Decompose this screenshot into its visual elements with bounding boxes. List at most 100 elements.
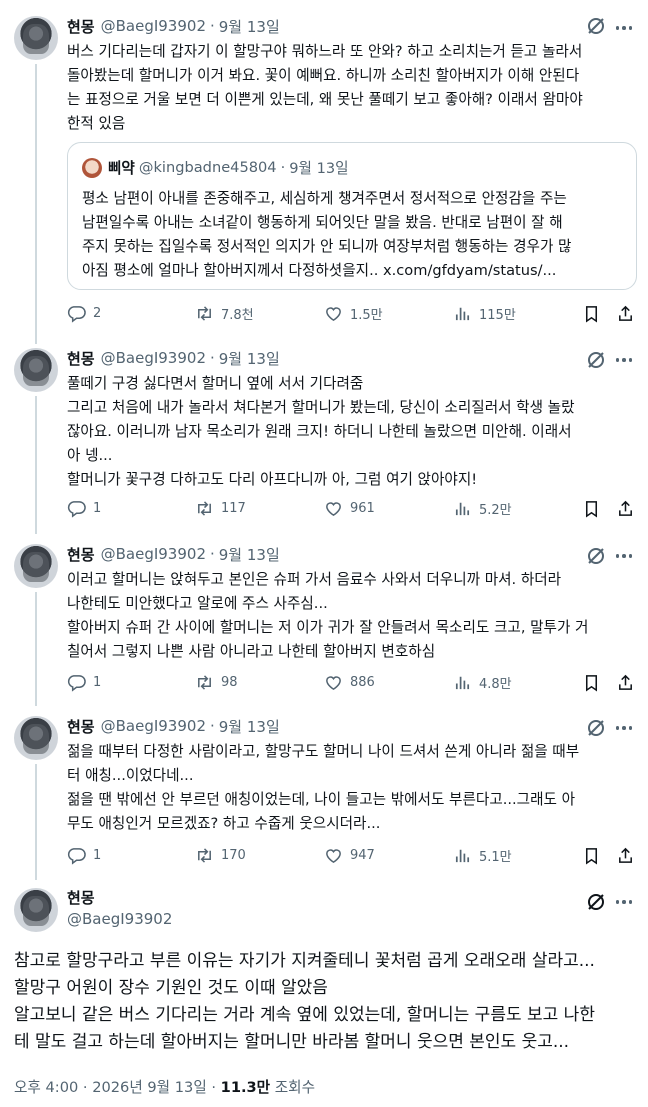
reply-button[interactable]: 1: [67, 672, 101, 692]
views-button[interactable]: 5.1만: [453, 845, 512, 865]
retweet-button[interactable]: 117: [195, 498, 246, 518]
retweet-icon: [198, 674, 211, 690]
like-button[interactable]: 961: [324, 498, 375, 518]
tweet[interactable]: 현몽 @BaegI93902 · 9월 13일 이러고 할머니는 앉혀두고 본인…: [0, 536, 648, 706]
reply-icon: [67, 305, 86, 323]
more-icon[interactable]: [614, 18, 634, 38]
more-icon[interactable]: [614, 718, 634, 738]
view-count: 11.3만: [220, 1079, 271, 1096]
heart-icon: [326, 675, 341, 690]
reply-icon: [67, 674, 86, 692]
reply-count: 1: [93, 847, 102, 863]
tweet[interactable]: 현몽 @BaegI93902 · 9월 13일 젊을 때부터 다정한 사람이라고…: [0, 708, 648, 878]
quote-author-handle: @kingbadne45804: [138, 159, 277, 176]
views-chart-icon: [455, 307, 470, 320]
views-chart-icon: [455, 849, 470, 862]
author-name[interactable]: 현몽: [67, 16, 95, 37]
grok-icon[interactable]: [586, 16, 606, 36]
retweet-count: 98: [221, 674, 238, 690]
share-button[interactable]: [616, 672, 635, 692]
tweet[interactable]: 현몽 @BaegI93902 · 9월 13일 버스 기다리는데 갑자기 이 할…: [0, 0, 648, 340]
tweet-time[interactable]: 오후 4:00: [14, 1079, 78, 1096]
like-count: 886: [350, 674, 375, 690]
avatar[interactable]: [14, 348, 58, 392]
tweet-timestamp-row: 오후 4:00 · 2026년 9월 13일 · 11.3만 조회수: [14, 1076, 315, 1097]
grok-icon[interactable]: [586, 892, 606, 912]
more-icon[interactable]: [614, 546, 634, 566]
quote-tweet[interactable]: 삐약 @kingbadne45804 · 9월 13일 평소 남편이 아내를 존…: [67, 142, 637, 290]
tweet-date[interactable]: 9월 13일: [219, 16, 280, 37]
retweet-count: 7.8천: [221, 307, 254, 323]
views-count: 5.2만: [479, 502, 512, 518]
bookmark-button[interactable]: [582, 672, 601, 692]
views-count: 115만: [479, 307, 516, 323]
separator-dot: ·: [209, 17, 215, 35]
tweet-header: 현몽 @BaegI93902 · 9월 13일: [67, 544, 280, 564]
tweet-header: 현몽 @BaegI93902 · 9월 13일: [67, 16, 280, 36]
views-chart-icon: [455, 676, 470, 689]
retweet-button[interactable]: 98: [195, 672, 238, 692]
tweet-actions: 2 7.8천 1.5만 115만: [67, 303, 642, 323]
grok-icon[interactable]: [586, 546, 606, 566]
like-count: 961: [350, 500, 375, 516]
separator-dot: ·: [209, 349, 215, 367]
more-icon[interactable]: [614, 892, 634, 912]
avatar[interactable]: [14, 16, 58, 60]
bookmark-icon: [585, 305, 598, 323]
like-count: 947: [350, 847, 375, 863]
like-button[interactable]: 1.5만: [324, 303, 383, 323]
separator-dot: ·: [209, 545, 215, 563]
author-name[interactable]: 현몽: [67, 888, 172, 908]
heart-icon: [326, 306, 341, 321]
retweet-count: 170: [221, 847, 246, 863]
bookmark-button[interactable]: [582, 845, 601, 865]
share-button[interactable]: [616, 303, 635, 323]
retweet-button[interactable]: 170: [195, 845, 246, 865]
like-button[interactable]: 947: [324, 845, 375, 865]
like-count: 1.5만: [350, 307, 383, 323]
tweet-date[interactable]: 9월 13일: [219, 544, 280, 565]
reply-count: 1: [93, 500, 102, 516]
grok-icon[interactable]: [586, 350, 606, 370]
tweet-text: 버스 기다리는데 갑자기 이 할망구야 뭐하느라 또 안와? 하고 소리치는거 …: [67, 43, 583, 132]
author-handle[interactable]: @BaegI93902: [67, 908, 172, 930]
avatar[interactable]: [14, 716, 58, 760]
retweet-button[interactable]: 7.8천: [195, 303, 254, 323]
tweet-full-date[interactable]: 2026년 9월 13일: [92, 1079, 207, 1096]
views-button[interactable]: 4.8만: [453, 672, 512, 692]
author-name[interactable]: 현몽: [67, 716, 95, 737]
grok-icon[interactable]: [586, 718, 606, 738]
bookmark-button[interactable]: [582, 498, 601, 518]
tweet-actions: 1 170 947 5.1만: [67, 845, 642, 865]
share-button[interactable]: [616, 845, 635, 865]
like-button[interactable]: 886: [324, 672, 375, 692]
reply-button[interactable]: 2: [67, 303, 101, 323]
tweet-text: 이러고 할머니는 앉혀두고 본인은 슈퍼 가서 음료수 사와서 더우니까 마셔.…: [67, 571, 589, 660]
reply-icon: [67, 500, 86, 518]
bookmark-button[interactable]: [582, 303, 601, 323]
author-handle[interactable]: @BaegI93902: [101, 349, 206, 367]
tweet-date[interactable]: 9월 13일: [219, 716, 280, 737]
author-handle[interactable]: @BaegI93902: [101, 717, 206, 735]
author-name[interactable]: 현몽: [67, 348, 95, 369]
share-button[interactable]: [616, 498, 635, 518]
views-button[interactable]: 5.2만: [453, 498, 512, 518]
views-chart-icon: [455, 502, 470, 515]
reply-button[interactable]: 1: [67, 845, 101, 865]
avatar[interactable]: [14, 888, 58, 932]
separator-dot: ·: [280, 159, 286, 176]
author-handle[interactable]: @BaegI93902: [101, 545, 206, 563]
views-button[interactable]: 115만: [453, 303, 516, 323]
tweet-header: 현몽 @BaegI93902 · 9월 13일: [67, 348, 280, 368]
main-tweet: 현몽 @BaegI93902 참고로 할망구라고 부른 이유는 자기가 지켜줄테…: [0, 880, 648, 1107]
quote-text: 평소 남편이 아내를 존중해주고, 세심하게 챙겨주면서 정서적으로 안정감을 …: [82, 190, 572, 279]
author-name[interactable]: 현몽: [67, 544, 95, 565]
more-icon[interactable]: [614, 350, 634, 370]
author-handle[interactable]: @BaegI93902: [101, 17, 206, 35]
tweet-date[interactable]: 9월 13일: [219, 348, 280, 369]
tweet-header: 현몽 @BaegI93902 · 9월 13일: [67, 716, 280, 736]
avatar[interactable]: [14, 544, 58, 588]
views-count: 4.8만: [479, 676, 512, 692]
reply-button[interactable]: 1: [67, 498, 101, 518]
tweet[interactable]: 현몽 @BaegI93902 · 9월 13일 풀떼기 구경 싫다면서 할머니 …: [0, 340, 648, 530]
